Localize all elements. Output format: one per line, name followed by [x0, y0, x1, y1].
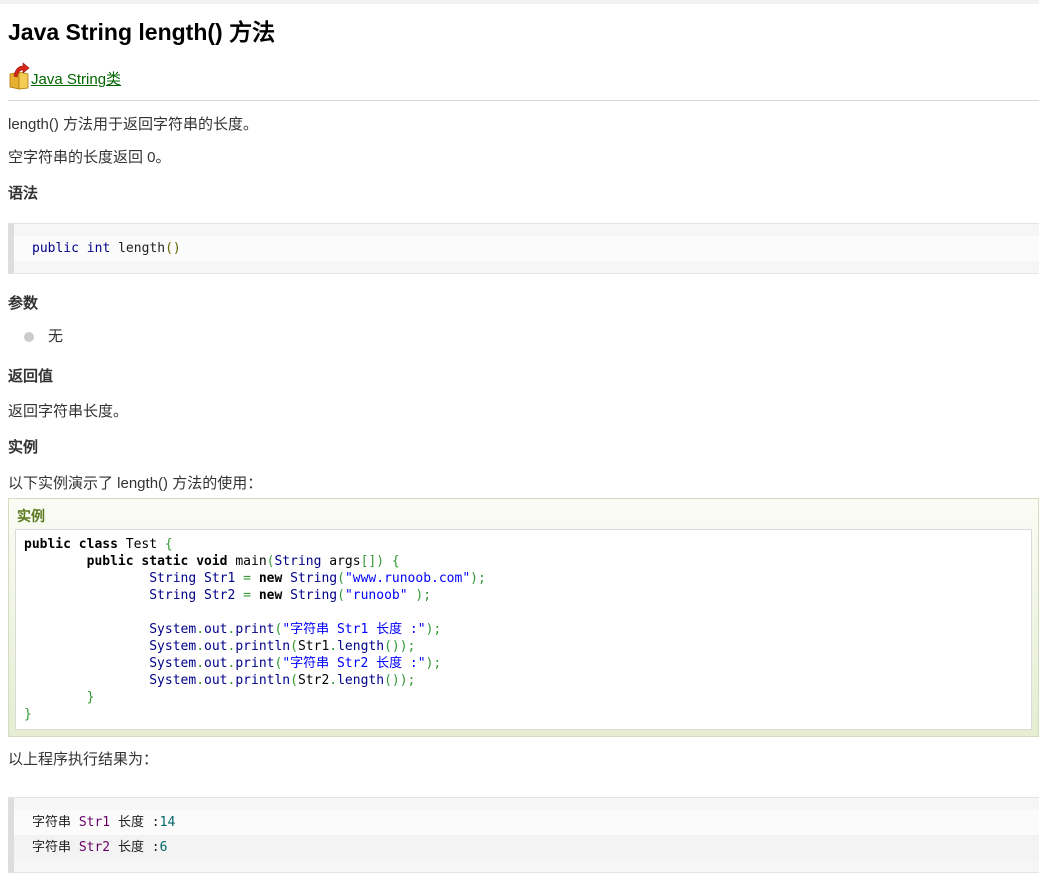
code-line: System.out.println(Str2.length()); — [149, 673, 416, 688]
syntax-code-box: public int length() — [8, 223, 1039, 274]
code-line: System.out.print("字符串 Str2 长度 :"); — [149, 656, 442, 671]
params-heading: 参数 — [8, 295, 39, 312]
code-line: public class Test { — [24, 537, 173, 552]
param-item-label: 无 — [48, 328, 64, 345]
list-item: 无 — [24, 327, 1039, 347]
code-line: String Str1 = new String("www.runoob.com… — [149, 571, 486, 586]
back-link-java-string[interactable]: Java String类 — [31, 71, 121, 89]
up-arrow-folder-icon — [8, 62, 32, 90]
code-line: System.out.println(Str1.length()); — [149, 639, 416, 654]
example-box: 实例 public class Test { public static voi… — [8, 498, 1039, 737]
syntax-code-line: public int length() — [14, 236, 1039, 261]
example-box-title: 实例 — [17, 508, 45, 524]
result-code-box: 字符串 Str1 长度 :14 字符串 Str2 长度 :6 — [8, 797, 1039, 873]
code-line: public static void main(String args[]) { — [86, 554, 400, 569]
article: Java String length() 方法 Java String类 len… — [0, 18, 1039, 873]
intro-text-1: length() 方法用于返回字符串的长度。 — [8, 116, 259, 133]
params-list: 无 — [8, 327, 1039, 347]
back-link-row[interactable]: Java String类 — [8, 60, 1039, 90]
example-heading: 实例 — [8, 439, 39, 456]
result-intro: 以上程序执行结果为： — [8, 751, 159, 768]
intro-text-2: 空字符串的长度返回 0。 — [8, 149, 171, 166]
syntax-heading: 语法 — [8, 185, 39, 202]
example-intro: 以下实例演示了 length() 方法的使用： — [8, 475, 263, 492]
code-line: System.out.print("字符串 Str1 长度 :"); — [149, 622, 442, 637]
page-title: Java String length() 方法 — [8, 19, 276, 45]
returns-heading: 返回值 — [8, 368, 54, 385]
top-bar — [0, 0, 1039, 4]
bullet-icon — [24, 332, 34, 342]
code-line: String Str2 = new String("runoob" ); — [149, 588, 432, 603]
result-line-1: 字符串 Str1 长度 :14 — [14, 810, 1039, 835]
result-line-2: 字符串 Str2 长度 :6 — [14, 835, 1039, 860]
returns-text: 返回字符串长度。 — [8, 403, 129, 420]
divider — [8, 100, 1039, 101]
code-line: } — [24, 707, 32, 722]
example-code-block: public class Test { public static void m… — [15, 529, 1032, 730]
code-line: } — [86, 690, 95, 705]
